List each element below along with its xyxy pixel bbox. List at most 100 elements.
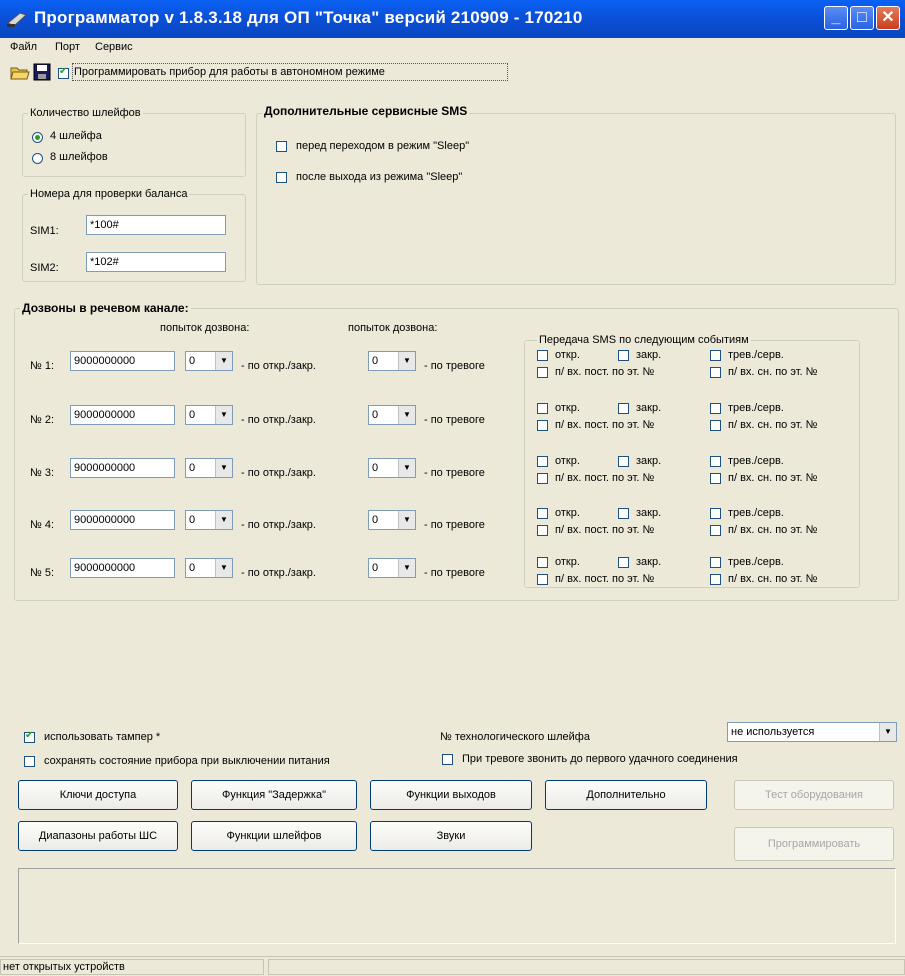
- loops-4-label: 4 шлейфа: [50, 130, 102, 142]
- dropdown-arrow-icon: ▼: [215, 559, 232, 577]
- calls-group-title: Дозвоны в речевом канале:: [20, 301, 191, 315]
- menu-service[interactable]: Сервис: [95, 41, 133, 53]
- attempts-value: 0: [189, 562, 196, 574]
- call-until-checkbox[interactable]: [442, 754, 453, 765]
- autonomous-mode-checkbox[interactable]: [58, 66, 69, 79]
- sim2-input[interactable]: *102#: [86, 252, 226, 272]
- close-button[interactable]: ✕: [876, 6, 900, 30]
- phone-input[interactable]: 9000000000: [70, 458, 175, 478]
- maximize-button[interactable]: □: [850, 6, 874, 30]
- save-state-checkbox[interactable]: [24, 756, 35, 767]
- alarm-attempts-select[interactable]: 0 ▼: [368, 558, 416, 578]
- loops-group-title: Количество шлейфов: [28, 107, 143, 119]
- phone-input[interactable]: 9000000000: [70, 405, 175, 425]
- sms-open-checkbox[interactable]: [537, 508, 548, 519]
- loops-4-radio[interactable]: [32, 132, 43, 143]
- sms-night-label: п/ вх. сн. по эт. №: [728, 524, 818, 536]
- tech-loop-value: не используется: [731, 726, 815, 738]
- sms-const-checkbox[interactable]: [537, 367, 548, 378]
- loop-functions-button[interactable]: Функции шлейфов: [191, 821, 357, 851]
- loops-8-radio[interactable]: [32, 153, 43, 164]
- sms-const-label: п/ вх. пост. по эт. №: [555, 524, 655, 536]
- sms-open-checkbox[interactable]: [537, 350, 548, 361]
- sms-close-checkbox[interactable]: [618, 350, 629, 361]
- attempts-header-1: попыток дозвона:: [160, 322, 250, 334]
- sms-close-checkbox[interactable]: [618, 403, 629, 414]
- sounds-button[interactable]: Звуки: [370, 821, 532, 851]
- sms-night-checkbox[interactable]: [710, 367, 721, 378]
- alarm-label: - по тревоге: [424, 567, 485, 579]
- toolbar: Программировать прибор для работы в авто…: [0, 59, 905, 87]
- alarm-attempts-select[interactable]: 0 ▼: [368, 351, 416, 371]
- sms-close-label: закр.: [636, 455, 662, 467]
- sms-alarm-label: трев./серв.: [728, 507, 784, 519]
- minimize-icon: _: [831, 9, 841, 26]
- open-close-attempts-select[interactable]: 0 ▼: [185, 351, 233, 371]
- minimize-button[interactable]: _: [824, 6, 848, 30]
- sms-open-checkbox[interactable]: [537, 456, 548, 467]
- sms-const-label: п/ вх. пост. по эт. №: [555, 366, 655, 378]
- phone-input[interactable]: 9000000000: [70, 510, 175, 530]
- sms-alarm-checkbox[interactable]: [710, 350, 721, 361]
- sms-const-checkbox[interactable]: [537, 574, 548, 585]
- sms-close-label: закр.: [636, 556, 662, 568]
- dropdown-arrow-icon: ▼: [215, 511, 232, 529]
- sms-alarm-checkbox[interactable]: [710, 508, 721, 519]
- tamper-checkbox[interactable]: [24, 730, 35, 743]
- sms-close-checkbox[interactable]: [618, 557, 629, 568]
- additional-button[interactable]: Дополнительно: [545, 780, 707, 810]
- after-sleep-checkbox[interactable]: [276, 172, 287, 183]
- sms-close-checkbox[interactable]: [618, 508, 629, 519]
- sim1-label: SIM1:: [30, 225, 59, 237]
- sms-events-title: Передача SMS по следующим событиям: [537, 334, 751, 346]
- sim1-input[interactable]: *100#: [86, 215, 226, 235]
- sms-close-checkbox[interactable]: [618, 456, 629, 467]
- sms-const-checkbox[interactable]: [537, 525, 548, 536]
- sms-alarm-checkbox[interactable]: [710, 557, 721, 568]
- program-button[interactable]: Программировать: [734, 827, 894, 861]
- sms-const-checkbox[interactable]: [537, 420, 548, 431]
- sms-night-checkbox[interactable]: [710, 525, 721, 536]
- attempts-value: 0: [372, 462, 379, 474]
- alarm-attempts-select[interactable]: 0 ▼: [368, 510, 416, 530]
- loops-8-label: 8 шлейфов: [50, 151, 108, 163]
- sms-open-checkbox[interactable]: [537, 557, 548, 568]
- dropdown-arrow-icon: ▼: [398, 459, 415, 477]
- access-keys-button[interactable]: Ключи доступа: [18, 780, 178, 810]
- save-icon[interactable]: [32, 62, 52, 82]
- menu-port[interactable]: Порт: [55, 41, 80, 53]
- before-sleep-checkbox[interactable]: [276, 141, 287, 152]
- alarm-attempts-select[interactable]: 0 ▼: [368, 405, 416, 425]
- delay-function-button[interactable]: Функция "Задержка": [191, 780, 357, 810]
- open-close-attempts-select[interactable]: 0 ▼: [185, 458, 233, 478]
- title-bar[interactable]: Программатор v 1.8.3.18 для ОП "Точка" в…: [0, 0, 905, 38]
- phone-input[interactable]: 9000000000: [70, 351, 175, 371]
- output-functions-button[interactable]: Функции выходов: [370, 780, 532, 810]
- sms-night-checkbox[interactable]: [710, 420, 721, 431]
- log-panel: [18, 868, 896, 944]
- sms-open-checkbox[interactable]: [537, 403, 548, 414]
- sms-open-label: откр.: [555, 402, 580, 414]
- tech-loop-select[interactable]: не используется ▼: [727, 722, 897, 742]
- test-equipment-button[interactable]: Тест оборудования: [734, 780, 894, 810]
- attempts-value: 0: [189, 462, 196, 474]
- open-close-attempts-select[interactable]: 0 ▼: [185, 405, 233, 425]
- open-close-label: - по откр./закр.: [241, 467, 316, 479]
- menu-file[interactable]: Файл: [10, 41, 37, 53]
- sms-night-checkbox[interactable]: [710, 473, 721, 484]
- dropdown-arrow-icon: ▼: [398, 352, 415, 370]
- open-close-attempts-select[interactable]: 0 ▼: [185, 558, 233, 578]
- alarm-attempts-select[interactable]: 0 ▼: [368, 458, 416, 478]
- attempts-value: 0: [372, 409, 379, 421]
- sms-night-checkbox[interactable]: [710, 574, 721, 585]
- alarm-label: - по тревоге: [424, 414, 485, 426]
- sms-alarm-checkbox[interactable]: [710, 456, 721, 467]
- phone-input[interactable]: 9000000000: [70, 558, 175, 578]
- open-close-attempts-select[interactable]: 0 ▼: [185, 510, 233, 530]
- sms-close-label: закр.: [636, 402, 662, 414]
- open-folder-icon[interactable]: [10, 62, 30, 82]
- call-row-label: № 4:: [30, 519, 55, 531]
- sms-const-checkbox[interactable]: [537, 473, 548, 484]
- sms-alarm-checkbox[interactable]: [710, 403, 721, 414]
- loop-ranges-button[interactable]: Диапазоны работы ШС: [18, 821, 178, 851]
